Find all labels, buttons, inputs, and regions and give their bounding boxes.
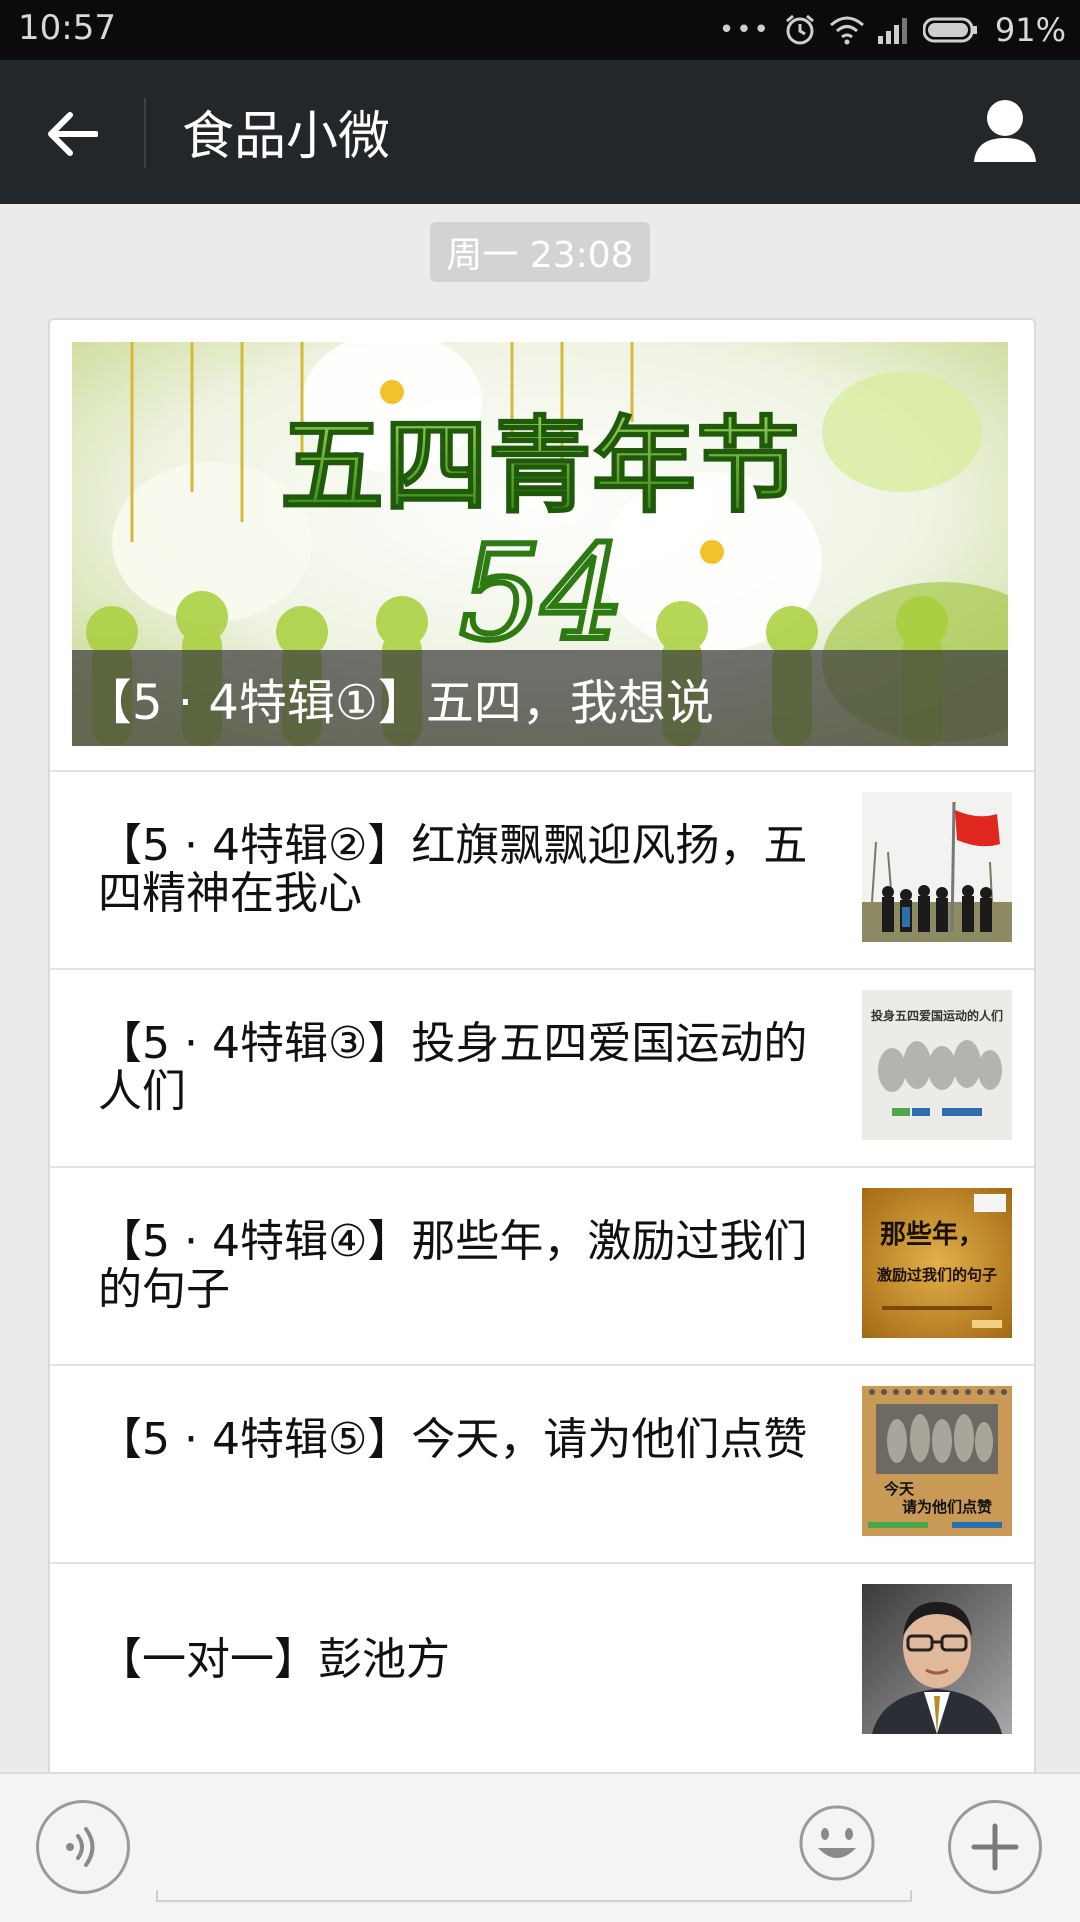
battery-icon [922,17,977,43]
article-title: 【一对一】彭池方 [98,1634,450,1685]
article-item-3[interactable]: 【5 · 4特辑③】投身五四爱国运动的人们 投身五四爱国运动的人们 [50,968,1034,1166]
status-time: 10:57 [18,8,116,48]
status-icons: ••• 91% [719,10,1066,50]
calendar-poster-line-2: 请为他们点赞 [902,1498,992,1516]
signal-icon [877,18,907,44]
article-thumb-relief: 投身五四爱国运动的人们 [862,990,1012,1140]
banner-number: 54 [459,517,624,669]
portrait-photo-icon [862,1584,1012,1734]
profile-button[interactable] [970,98,1040,170]
article-item-4[interactable]: 【5 · 4特辑④】那些年，激励过我们的句子 那些年， 激励过我们的句子 [50,1166,1034,1364]
plus-icon [971,1823,1019,1871]
calligraphy-poster-line-1: 那些年， [880,1219,984,1250]
back-button[interactable] [30,98,114,170]
lead-article[interactable]: 五四青年节 54 【5 · 4特辑①】五四，我想说 [72,342,1008,746]
emoji-icon [799,1805,875,1881]
article-thumb-calligraphy: 那些年， 激励过我们的句子 [862,1188,1012,1338]
chat-title: 食品小微 [182,107,391,167]
banner-title: 五四青年节 [280,405,800,527]
article-title: 【5 · 4特辑③】投身五四爱国运动的人们 [98,1018,808,1117]
message-input[interactable] [156,1890,912,1902]
battery-percent: 91% [994,11,1066,49]
calligraphy-poster-icon: 那些年， 激励过我们的句子 [862,1188,1012,1338]
lead-article-caption: 【5 · 4特辑①】五四，我想说 [72,650,1008,746]
relief-poster-text: 投身五四爱国运动的人们 [871,1008,1003,1023]
plus-button[interactable] [948,1800,1042,1894]
article-item-2[interactable]: 【5 · 4特辑②】红旗飘飘迎风扬，五四精神在我心 [50,770,1034,968]
article-item-5[interactable]: 【5 · 4特辑⑤】今天，请为他们点赞 今天 请为他们点赞 [50,1364,1034,1562]
chat-input-bar [0,1772,1080,1922]
message-timestamp: 周一 23:08 [430,222,650,282]
wifi-icon [829,16,864,45]
article-item-6[interactable]: 【一对一】彭池方 [50,1562,1034,1760]
calligraphy-poster-line-2: 激励过我们的句子 [877,1266,997,1284]
more-dots-icon: ••• [718,15,771,45]
voice-icon [66,1827,95,1867]
relief-poster-icon: 投身五四爱国运动的人们 [862,990,1012,1140]
flag-photo-icon [862,792,1012,942]
article-thumb-portrait [862,1584,1012,1734]
article-title: 【5 · 4特辑②】红旗飘飘迎风扬，五四精神在我心 [98,820,808,919]
chat-header: 食品小微 [0,60,1080,204]
calendar-poster-line-1: 今天 [883,1480,915,1498]
calendar-poster-icon: 今天 请为他们点赞 [862,1386,1012,1536]
person-icon [974,100,1036,162]
voice-button[interactable] [36,1800,130,1894]
article-title: 【5 · 4特辑④】那些年，激励过我们的句子 [98,1216,808,1315]
article-thumb-flag [862,792,1012,942]
article-thumb-calendar: 今天 请为他们点赞 [862,1386,1012,1536]
article-title: 【5 · 4特辑⑤】今天，请为他们点赞 [98,1414,808,1465]
status-bar: 10:57 ••• 91% [0,0,1080,60]
header-divider [144,98,146,168]
emoji-button[interactable] [798,1804,876,1882]
alarm-icon [785,14,814,45]
news-card: 五四青年节 54 【5 · 4特辑①】五四，我想说 【5 · 4特辑②】红旗飘飘… [48,318,1036,1802]
back-arrow-icon [48,112,98,156]
